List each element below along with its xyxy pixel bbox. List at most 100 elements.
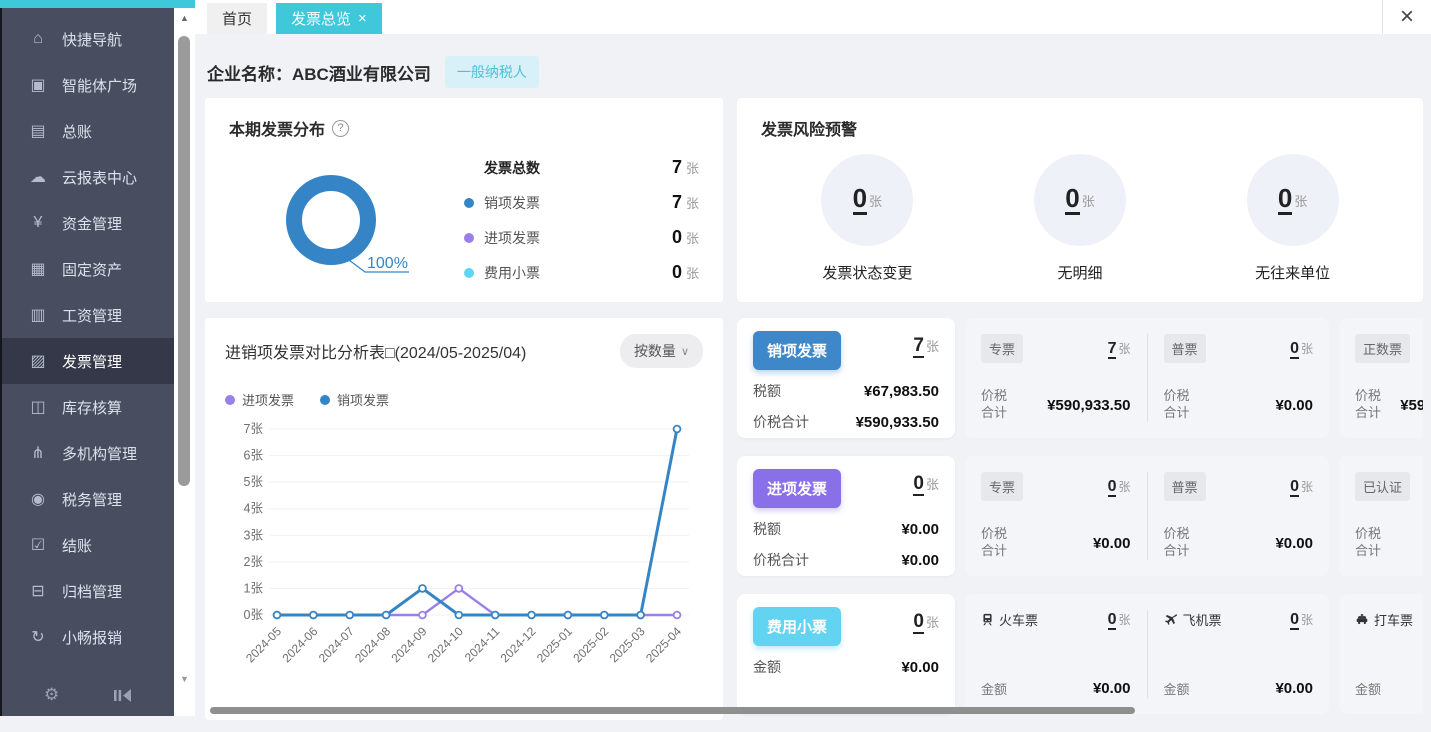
- chart-legend: 进项发票 销项发票: [225, 390, 703, 409]
- field-value: ¥0.00: [1275, 397, 1313, 414]
- scroll-up-icon[interactable]: ▲: [174, 13, 195, 23]
- expense-summary-card: 费用小票 0张 金额¥0.00: [737, 594, 955, 714]
- distribution-title: 本期发票分布: [229, 116, 325, 140]
- sidebar-item-closing[interactable]: ☑ 结账: [2, 522, 174, 568]
- svg-text:6张: 6张: [244, 448, 264, 463]
- sales-count-link[interactable]: 7张: [913, 335, 939, 357]
- svg-text:7张: 7张: [244, 421, 264, 436]
- legend-label: 销项发票: [484, 193, 540, 213]
- scroll-down-icon[interactable]: ▼: [174, 674, 195, 684]
- purchase-summary-card: 进项发票 0张 税额¥0.00 价税合计¥0.00: [737, 456, 955, 576]
- legend-value: 0: [672, 227, 682, 247]
- field-label: 金额: [1355, 679, 1381, 698]
- risk-label: 无明细: [1034, 262, 1126, 283]
- expense-count-link[interactable]: 0张: [913, 611, 939, 633]
- sidebar-nav-items: ⌂ 快捷导航 ▣ 智能体广场 ▤ 总账 ☁ 云报表中心: [2, 8, 174, 678]
- collapse-sidebar-icon[interactable]: [114, 689, 132, 702]
- sidebar-item-archive[interactable]: ⊟ 归档管理: [2, 568, 174, 614]
- sidebar-item-invoice-management[interactable]: ▨ 发票管理: [2, 338, 174, 384]
- risk-unit: 张: [1082, 191, 1095, 210]
- purchase-invoice-button[interactable]: 进项发票: [753, 469, 841, 508]
- legend-value: 7: [672, 192, 682, 212]
- risk-count[interactable]: 0: [1278, 185, 1292, 215]
- plane-count-link[interactable]: 0张: [1290, 611, 1313, 629]
- legend-sales: 销项发票: [337, 390, 389, 409]
- svg-text:1张: 1张: [244, 580, 264, 595]
- sidebar-item-general-ledger[interactable]: ▤ 总账: [2, 108, 174, 154]
- sidebar-item-inventory[interactable]: ◫ 库存核算: [2, 384, 174, 430]
- field-label: 价税合计: [1355, 526, 1386, 560]
- expense-ticket-button[interactable]: 费用小票: [753, 607, 841, 646]
- field-value: ¥0.00: [1093, 680, 1131, 697]
- window-close-icon[interactable]: ×: [1400, 5, 1414, 29]
- page-content: 企业名称：ABC酒业有限公司 一般纳税人 本期发票分布 ?: [195, 34, 1431, 716]
- help-icon[interactable]: ?: [332, 120, 349, 137]
- sales-summary-card: 销项发票 7张 税额¥67,983.50 价税合计¥590,933.50: [737, 318, 955, 438]
- train-ticket-label: 火车票: [999, 610, 1038, 629]
- sidebar-item-expense-reimburse[interactable]: ↻ 小畅报销: [2, 614, 174, 660]
- app-window: ⌂ 快捷导航 ▣ 智能体广场 ▤ 总账 ☁ 云报表中心: [0, 0, 1431, 716]
- positive-invoice-card: 正数票 价税合计¥590,933.50: [1339, 318, 1423, 438]
- sales-invoice-button[interactable]: 销项发票: [753, 331, 841, 370]
- tab-home-label: 首页: [222, 8, 252, 29]
- plane-ticket-block: 飞机票 0张 金额¥0.00: [1147, 610, 1330, 698]
- special-count-link[interactable]: 0张: [1108, 478, 1131, 496]
- sidebar-item-tax-management[interactable]: ◉ 税务管理: [2, 476, 174, 522]
- sidebar-item-label: 快捷导航: [62, 29, 122, 50]
- risk-count[interactable]: 0: [853, 185, 867, 215]
- sidebar-item-fixed-assets[interactable]: ▦ 固定资产: [2, 246, 174, 292]
- expense-dot-icon: [464, 268, 474, 278]
- risk-unit: 张: [869, 191, 882, 210]
- invoice-distribution-panel: 本期发票分布 ? 100%: [205, 98, 723, 302]
- legend-value: 7: [672, 157, 682, 177]
- quantity-filter-button[interactable]: 按数量 ∨: [620, 334, 703, 368]
- home-icon: ⌂: [28, 30, 48, 48]
- special-count-link[interactable]: 7张: [1108, 340, 1131, 358]
- purchase-count-link[interactable]: 0张: [913, 473, 939, 495]
- field-label: 价税合计: [1164, 526, 1195, 560]
- expense-ticket-row: 费用小票 0张 金额¥0.00 火车票 0张 金额¥0.: [737, 594, 1423, 714]
- distribution-legend: 发票总数 7张 销项发票 7张 进项发票 0张: [464, 140, 699, 297]
- field-label: 金额: [981, 679, 1007, 698]
- horizontal-scrollbar-thumb[interactable]: [210, 707, 1135, 714]
- tab-home[interactable]: 首页: [207, 3, 267, 34]
- sidebar-item-agent-plaza[interactable]: ▣ 智能体广场: [2, 62, 174, 108]
- taxpayer-badge: 一般纳税人: [445, 56, 539, 88]
- sidebar-scrollbar-track[interactable]: ▲ ▼: [174, 8, 195, 716]
- risk-status-change-count[interactable]: 0张: [821, 154, 913, 246]
- purchase-dot-icon: [464, 233, 474, 243]
- train-count-link[interactable]: 0张: [1108, 611, 1131, 629]
- sidebar-item-label: 小畅报销: [62, 627, 122, 648]
- legend-row-purchase: 进项发票 0张: [464, 220, 699, 255]
- sidebar-item-multi-org[interactable]: ⋔ 多机构管理: [2, 430, 174, 476]
- field-label: 金额: [753, 657, 781, 677]
- general-count-link[interactable]: 0张: [1290, 340, 1313, 358]
- risk-unit: 张: [1294, 191, 1307, 210]
- legend-row-expense: 费用小票 0张: [464, 255, 699, 290]
- svg-text:2025-03: 2025-03: [607, 624, 648, 665]
- svg-text:2024-10: 2024-10: [425, 624, 466, 665]
- settings-gear-icon[interactable]: ⚙: [44, 685, 59, 705]
- svg-text:2025-04: 2025-04: [643, 624, 684, 665]
- field-value: ¥590,933.50: [1047, 397, 1130, 414]
- tab-close-icon[interactable]: ×: [358, 10, 367, 27]
- tab-invoice-overview[interactable]: 发票总览 ×: [276, 3, 382, 34]
- field-value: ¥67,983.50: [864, 383, 939, 400]
- sidebar-item-cloud-reports[interactable]: ☁ 云报表中心: [2, 154, 174, 200]
- risk-no-counterparty-count[interactable]: 0张: [1247, 154, 1339, 246]
- sidebar-item-payroll[interactable]: ▥ 工资管理: [2, 292, 174, 338]
- legend-purchase: 进项发票: [242, 390, 294, 409]
- sidebar-item-funds-management[interactable]: ¥ 资金管理: [2, 200, 174, 246]
- general-count-link[interactable]: 0张: [1290, 478, 1313, 496]
- filter-label: 按数量: [634, 341, 676, 361]
- sidebar-item-label: 总账: [62, 121, 92, 142]
- invoice-risk-panel: 发票风险预警 0张 发票状态变更 0张 无明细: [737, 98, 1423, 302]
- sidebar-scrollbar-thumb[interactable]: [178, 36, 190, 486]
- sidebar-item-quick-nav[interactable]: ⌂ 快捷导航: [2, 16, 174, 62]
- risk-no-detail-count[interactable]: 0张: [1034, 154, 1126, 246]
- svg-text:5张: 5张: [244, 474, 264, 489]
- sidebar-item-label: 多机构管理: [62, 443, 137, 464]
- sidebar-item-label: 智能体广场: [62, 75, 137, 96]
- risk-count[interactable]: 0: [1065, 185, 1079, 215]
- comparison-line-chart: 0张1张2张3张4张5张6张7张2024-052024-062024-07202…: [225, 415, 703, 708]
